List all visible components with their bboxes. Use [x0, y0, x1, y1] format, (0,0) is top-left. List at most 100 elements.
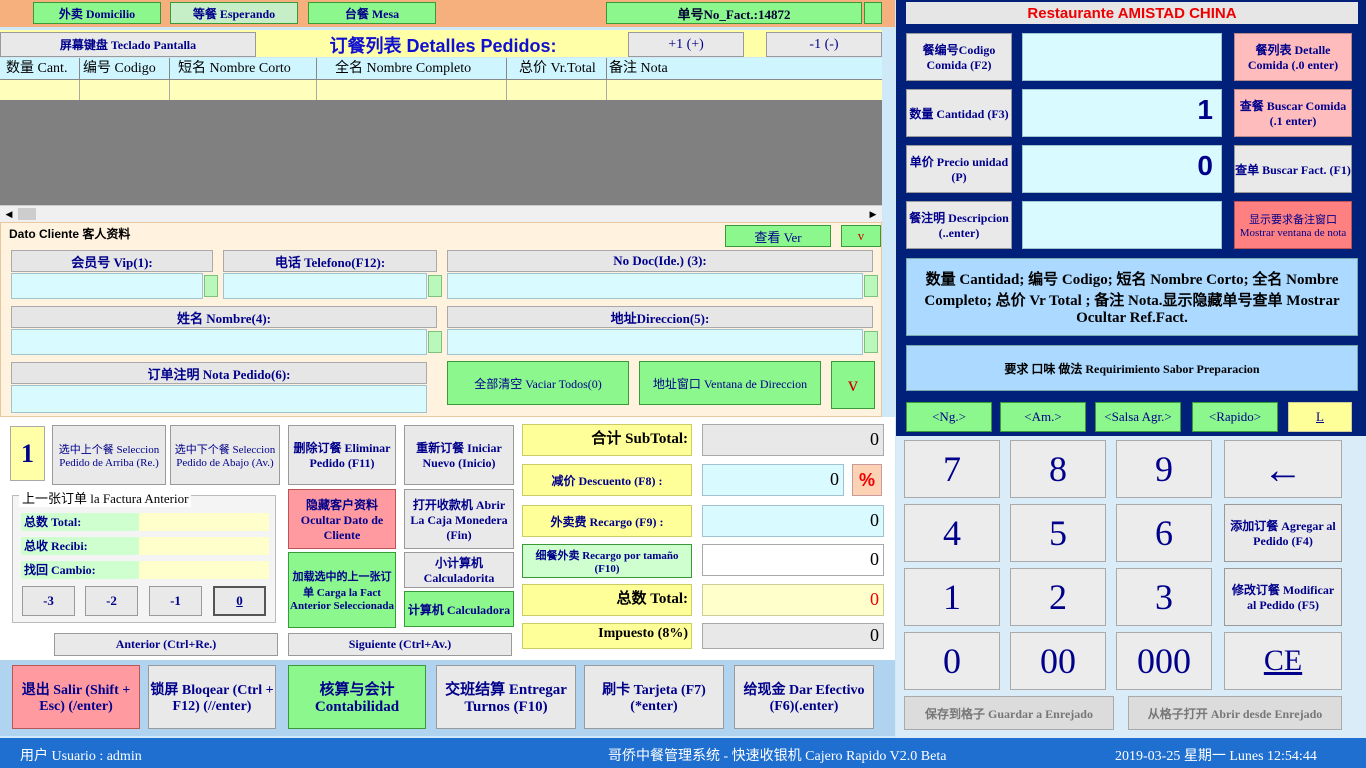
siguiente-nav-button[interactable]: Siguiente (Ctrl+Av.) — [288, 633, 512, 656]
horizontal-scrollbar[interactable]: ◀ ▶ — [0, 205, 882, 222]
key-0[interactable]: 0 — [904, 632, 1000, 690]
seleccion-abajo-button[interactable]: 选中下个餐 Seleccion Pedido de Abajo (Av.) — [170, 425, 280, 485]
bloquear-button[interactable]: 锁屏 Bloqear (Ctrl + F12) (//enter) — [148, 665, 276, 729]
scroll-right-icon[interactable]: ▶ — [866, 207, 880, 221]
order-table[interactable]: 数量 Cant. 编号 Codigo 短名 Nombre Corto 全名 No… — [0, 58, 882, 222]
cargar-anterior-button[interactable]: 加载选中的上一张订单 Carga la Fact Anterior Selecc… — [288, 552, 396, 628]
col-total[interactable]: 总价 Vr.Total — [507, 58, 607, 79]
telefono-input[interactable] — [223, 273, 427, 299]
calculadora-button[interactable]: 计算机 Calculadora — [404, 591, 514, 627]
key-5[interactable]: 5 — [1010, 504, 1106, 562]
l-button[interactable]: L — [1288, 402, 1352, 432]
descripcion-input[interactable] — [1022, 201, 1222, 249]
key-7[interactable]: 7 — [904, 440, 1000, 498]
ver-button[interactable]: 查看 Ver — [725, 225, 831, 247]
am-button[interactable]: <Am.> — [1000, 402, 1086, 432]
telefono-lookup[interactable] — [428, 275, 442, 297]
abrir-caja-button[interactable]: 打开收款机 Abrir La Caja Monedera (Fin) — [404, 489, 514, 549]
detalle-comida-button[interactable]: 餐列表 Detalle Comida (.0 enter) — [1234, 33, 1352, 81]
anterior-minus-1-button[interactable]: -1 — [149, 586, 202, 616]
precio-input[interactable]: 0 — [1022, 145, 1222, 193]
abrir-enrejado-button[interactable]: 从格子打开 Abrir desde Enrejado — [1128, 696, 1342, 730]
col-codigo[interactable]: 编号 Codigo — [80, 58, 170, 79]
tab-esperando[interactable]: 等餐 Esperando — [170, 2, 298, 24]
page-title: 订餐列表 Detalles Pedidos: — [329, 35, 557, 56]
key-4[interactable]: 4 — [904, 504, 1000, 562]
key-00[interactable]: 00 — [1010, 632, 1106, 690]
vip-input[interactable] — [11, 273, 203, 299]
key-8[interactable]: 8 — [1010, 440, 1106, 498]
nota-input[interactable] — [11, 385, 427, 413]
salsa-button[interactable]: <Salsa Agr.> — [1095, 402, 1181, 432]
recargo-tamano-input[interactable]: 0 — [702, 544, 884, 576]
impuesto-label: Impuesto (8%) — [522, 623, 692, 649]
collapse-button[interactable]: v — [841, 225, 881, 247]
key-9[interactable]: 9 — [1116, 440, 1212, 498]
anterior-nav-button[interactable]: Anterior (Ctrl+Re.) — [54, 633, 278, 656]
vaciar-todos-button[interactable]: 全部清空 Vaciar Todos(0) — [447, 361, 629, 405]
table-row[interactable] — [0, 80, 882, 100]
nombre-lookup[interactable] — [428, 331, 442, 353]
key-3[interactable]: 3 — [1116, 568, 1212, 626]
salir-button[interactable]: 退出 Salir (Shift + Esc) (/enter) — [12, 665, 140, 729]
nodoc-lookup[interactable] — [864, 275, 878, 297]
anterior-0-button[interactable]: 0 — [213, 586, 266, 616]
rapido-button[interactable]: <Rapido> — [1192, 402, 1278, 432]
anterior-minus-3-button[interactable]: -3 — [22, 586, 75, 616]
buscar-comida-button[interactable]: 查餐 Buscar Comida (.1 enter) — [1234, 89, 1352, 137]
ventana-direccion-button[interactable]: 地址窗口 Ventana de Direccion — [639, 361, 821, 405]
keypad: 7 8 9 ← 4 5 6 添加订餐 Agregar al Pedido (F4… — [896, 436, 1366, 738]
direccion-label: 地址Direccion(5): — [447, 306, 873, 328]
descuento-input[interactable]: 0 — [702, 464, 844, 496]
entregar-turnos-button[interactable]: 交班结算 Entregar Turnos (F10) — [436, 665, 576, 729]
guardar-enrejado-button[interactable]: 保存到格子 Guardar a Enrejado — [904, 696, 1114, 730]
backspace-key[interactable]: ← — [1224, 440, 1342, 498]
tarjeta-button[interactable]: 刷卡 Tarjeta (F7) (*enter) — [584, 665, 724, 729]
codigo-input[interactable] — [1022, 33, 1222, 81]
key-6[interactable]: 6 — [1116, 504, 1212, 562]
key-2[interactable]: 2 — [1010, 568, 1106, 626]
ce-key[interactable]: CE — [1224, 632, 1342, 690]
mostrar-nota-button[interactable]: 显示要求备注窗口 Mostrar ventana de nota — [1234, 201, 1352, 249]
nodoc-input[interactable] — [447, 273, 863, 299]
direccion-lookup[interactable] — [864, 331, 878, 353]
dar-efectivo-button[interactable]: 给现金 Dar Efectivo (F6)(.enter) — [734, 665, 874, 729]
seleccion-arriba-button[interactable]: 选中上个餐 Seleccion Pedido de Arriba (Re.) — [52, 425, 166, 485]
keyboard-button[interactable]: 屏幕键盘 Teclado Pantalla — [0, 32, 256, 57]
anterior-minus-2-button[interactable]: -2 — [85, 586, 138, 616]
percent-toggle[interactable]: % — [852, 464, 882, 496]
ocultar-cliente-button[interactable]: 隐藏客户资料 Ocultar Dato de Cliente — [288, 489, 396, 549]
cantidad-input[interactable]: 1 — [1022, 89, 1222, 137]
recargo-input[interactable]: 0 — [702, 505, 884, 537]
buscar-fact-button[interactable]: 查单 Buscar Fact. (F1) — [1234, 145, 1352, 193]
no-fact-label: 单号No_Fact.:14872 — [606, 2, 862, 24]
nombre-input[interactable] — [11, 329, 427, 355]
scroll-thumb[interactable] — [18, 208, 36, 220]
selection-count: 1 — [10, 426, 45, 481]
col-nombre-corto[interactable]: 短名 Nombre Corto — [170, 58, 317, 79]
direccion-input[interactable] — [447, 329, 863, 355]
impuesto-value: 0 — [702, 623, 884, 649]
agregar-pedido-button[interactable]: 添加订餐 Agregar al Pedido (F4) — [1224, 504, 1342, 562]
modificar-pedido-button[interactable]: 修改订餐 Modificar al Pedido (F5) — [1224, 568, 1342, 626]
key-1[interactable]: 1 — [904, 568, 1000, 626]
minus-one-button[interactable]: -1 (-) — [766, 32, 882, 57]
vip-lookup[interactable] — [204, 275, 218, 297]
descuento-label: 减价 Descuento (F8) : — [522, 464, 692, 496]
iniciar-nuevo-button[interactable]: 重新订餐 Iniciar Nuevo (Inicio) — [404, 425, 514, 485]
scroll-left-icon[interactable]: ◀ — [2, 207, 16, 221]
col-nota[interactable]: 备注 Nota — [607, 58, 882, 79]
plus-one-button[interactable]: +1 (+) — [628, 32, 744, 57]
col-nombre-completo[interactable]: 全名 Nombre Completo — [317, 58, 507, 79]
col-cant[interactable]: 数量 Cant. — [0, 58, 80, 79]
eliminar-pedido-button[interactable]: 删除订餐 Eliminar Pedido (F11) — [288, 425, 396, 485]
contabilidad-button[interactable]: 核算与会计 Contabilidad — [288, 665, 426, 729]
tab-domicilio[interactable]: 外卖 Domicilio — [33, 2, 161, 24]
expand-button[interactable]: v — [831, 361, 875, 409]
total-label: 总数 Total: — [522, 584, 692, 616]
tab-mesa[interactable]: 台餐 Mesa — [308, 2, 436, 24]
key-000[interactable]: 000 — [1116, 632, 1212, 690]
toolbar: 屏幕键盘 Teclado Pantalla 订餐列表 Detalles Pedi… — [0, 30, 882, 57]
ng-button[interactable]: <Ng.> — [906, 402, 992, 432]
calculadorita-button[interactable]: 小计算机 Calculadorita — [404, 552, 514, 588]
